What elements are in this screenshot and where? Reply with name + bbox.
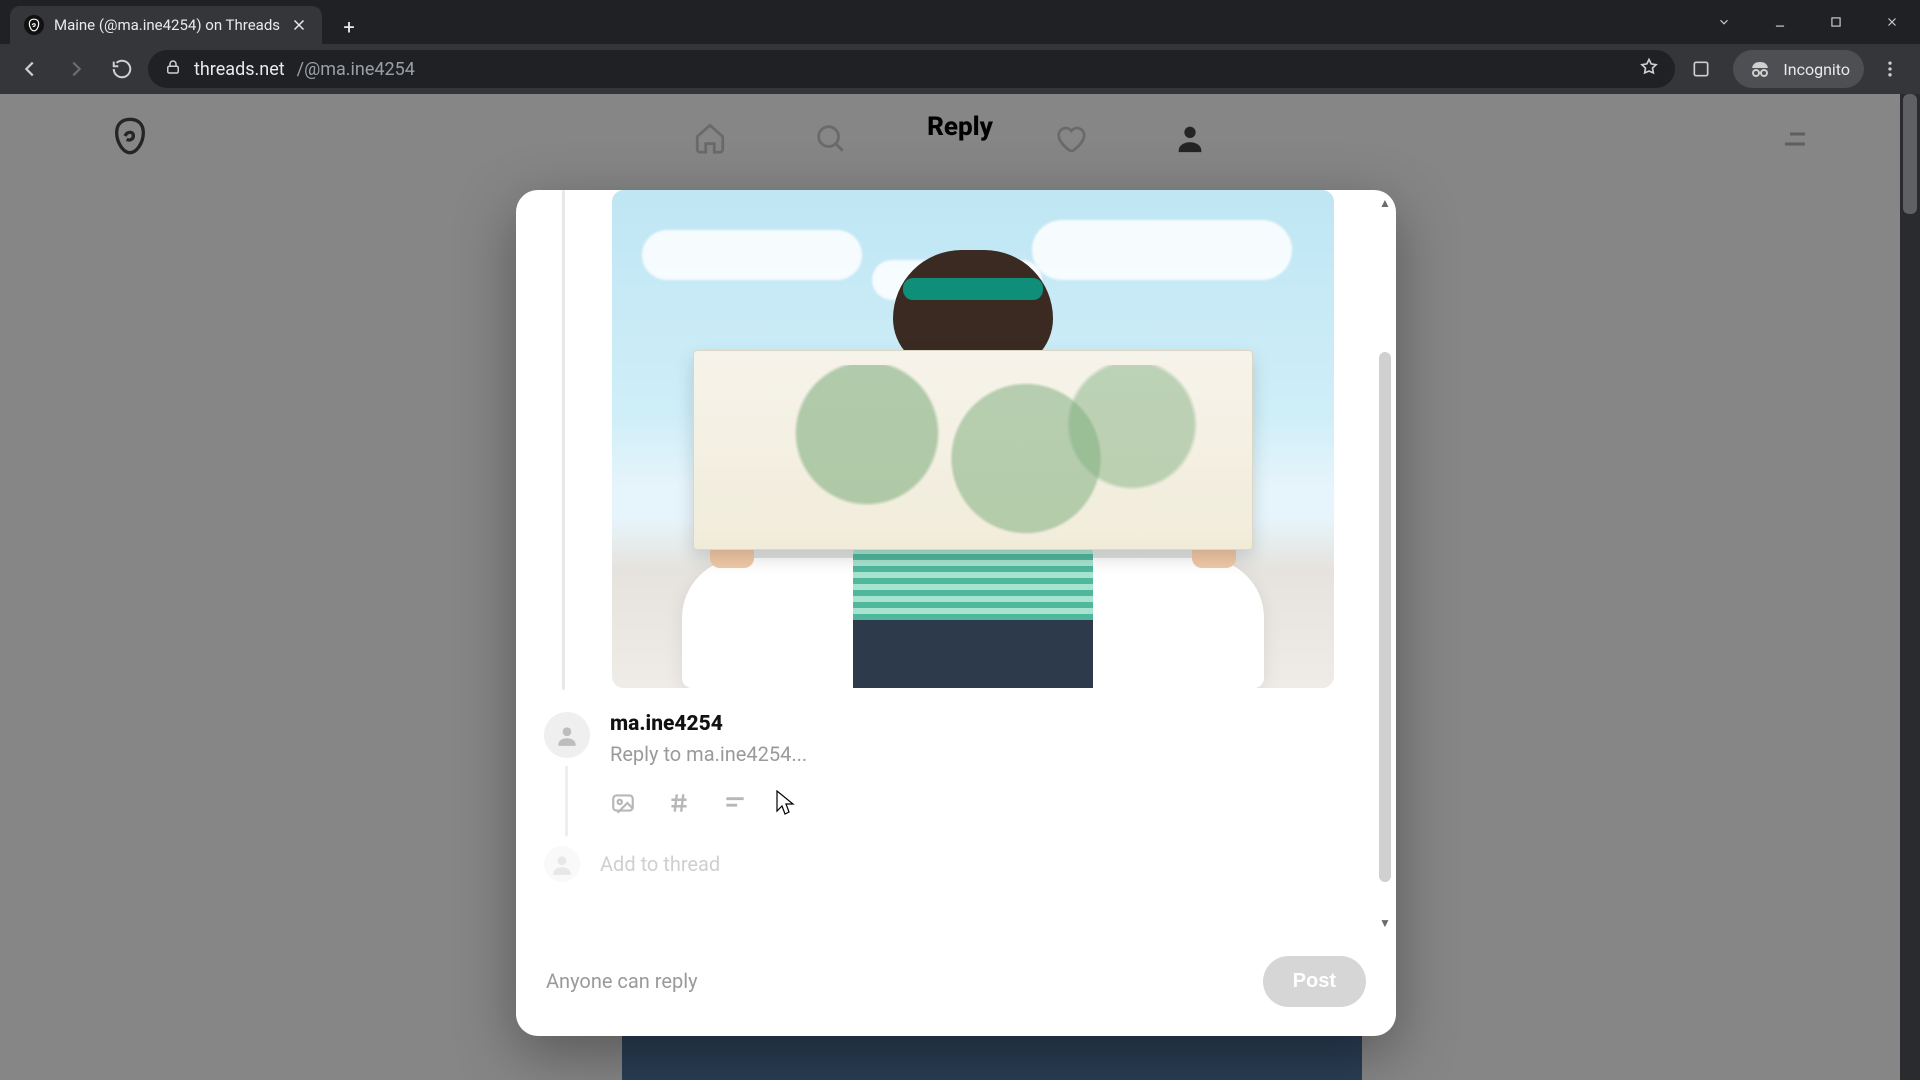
close-tab-icon[interactable] [290,16,308,34]
add-to-thread-row[interactable]: Add to thread [544,846,720,882]
modal-footer: Anyone can reply Post [516,936,1396,1036]
browser-titlebar: Maine (@ma.ine4254) on Threads + [0,0,1920,44]
mouse-cursor [776,790,796,816]
poll-icon[interactable] [722,790,748,816]
original-post-image[interactable] [612,190,1334,688]
reply-modal: ma.ine4254 Reply to ma.ine4254... [516,190,1396,1036]
extensions-icon[interactable] [1681,49,1721,89]
address-bar[interactable]: threads.net /@ma.ine4254 [148,50,1675,88]
compose-username: ma.ine4254 [610,712,1344,736]
new-tab-button[interactable]: + [332,10,366,44]
url-path: /@ma.ine4254 [297,59,415,80]
scrollbar-thumb[interactable] [1379,352,1391,882]
chevron-down-icon[interactable] [1696,0,1752,44]
hashtag-icon[interactable] [666,790,692,816]
page-scrollbar-thumb[interactable] [1903,94,1917,214]
user-avatar[interactable] [544,712,590,758]
kebab-menu-icon[interactable] [1870,49,1910,89]
incognito-chip[interactable]: Incognito [1733,50,1864,88]
page-scrollbar[interactable] [1900,94,1920,1080]
incognito-icon [1747,56,1773,82]
threads-favicon [24,15,44,35]
nav-forward-icon [56,49,96,89]
lock-icon [164,58,182,81]
window-controls [1696,0,1920,44]
page-viewport: Reply [0,94,1920,1080]
incognito-label: Incognito [1783,60,1850,79]
thread-connector-line-2 [565,766,568,836]
reload-icon[interactable] [102,49,142,89]
modal-scrollbar[interactable]: ▲ ▼ [1376,194,1394,932]
scrollbar-track[interactable] [1379,212,1391,914]
post-button[interactable]: Post [1263,956,1366,1007]
page-title: Reply [0,112,1920,142]
minimize-icon[interactable] [1752,0,1808,44]
reply-audience-label[interactable]: Anyone can reply [546,969,698,993]
add-to-thread-label: Add to thread [600,852,720,876]
nav-back-icon[interactable] [10,49,50,89]
scroll-down-icon[interactable]: ▼ [1376,914,1394,932]
modal-scroll-area[interactable]: ma.ine4254 Reply to ma.ine4254... [516,190,1396,936]
reply-input[interactable]: Reply to ma.ine4254... [610,742,1344,766]
tab-title: Maine (@ma.ine4254) on Threads [54,16,280,34]
bookmark-star-icon[interactable] [1639,57,1659,82]
url-host: threads.net [194,59,285,80]
attach-media-icon[interactable] [610,790,636,816]
scroll-up-icon[interactable]: ▲ [1376,194,1394,212]
thread-connector-line [562,190,565,690]
browser-tab-active[interactable]: Maine (@ma.ine4254) on Threads [10,6,322,44]
reply-compose-row: ma.ine4254 Reply to ma.ine4254... [544,712,1344,816]
browser-toolbar: threads.net /@ma.ine4254 Incognito [0,44,1920,94]
add-thread-avatar [544,846,580,882]
close-window-icon[interactable] [1864,0,1920,44]
maximize-icon[interactable] [1808,0,1864,44]
